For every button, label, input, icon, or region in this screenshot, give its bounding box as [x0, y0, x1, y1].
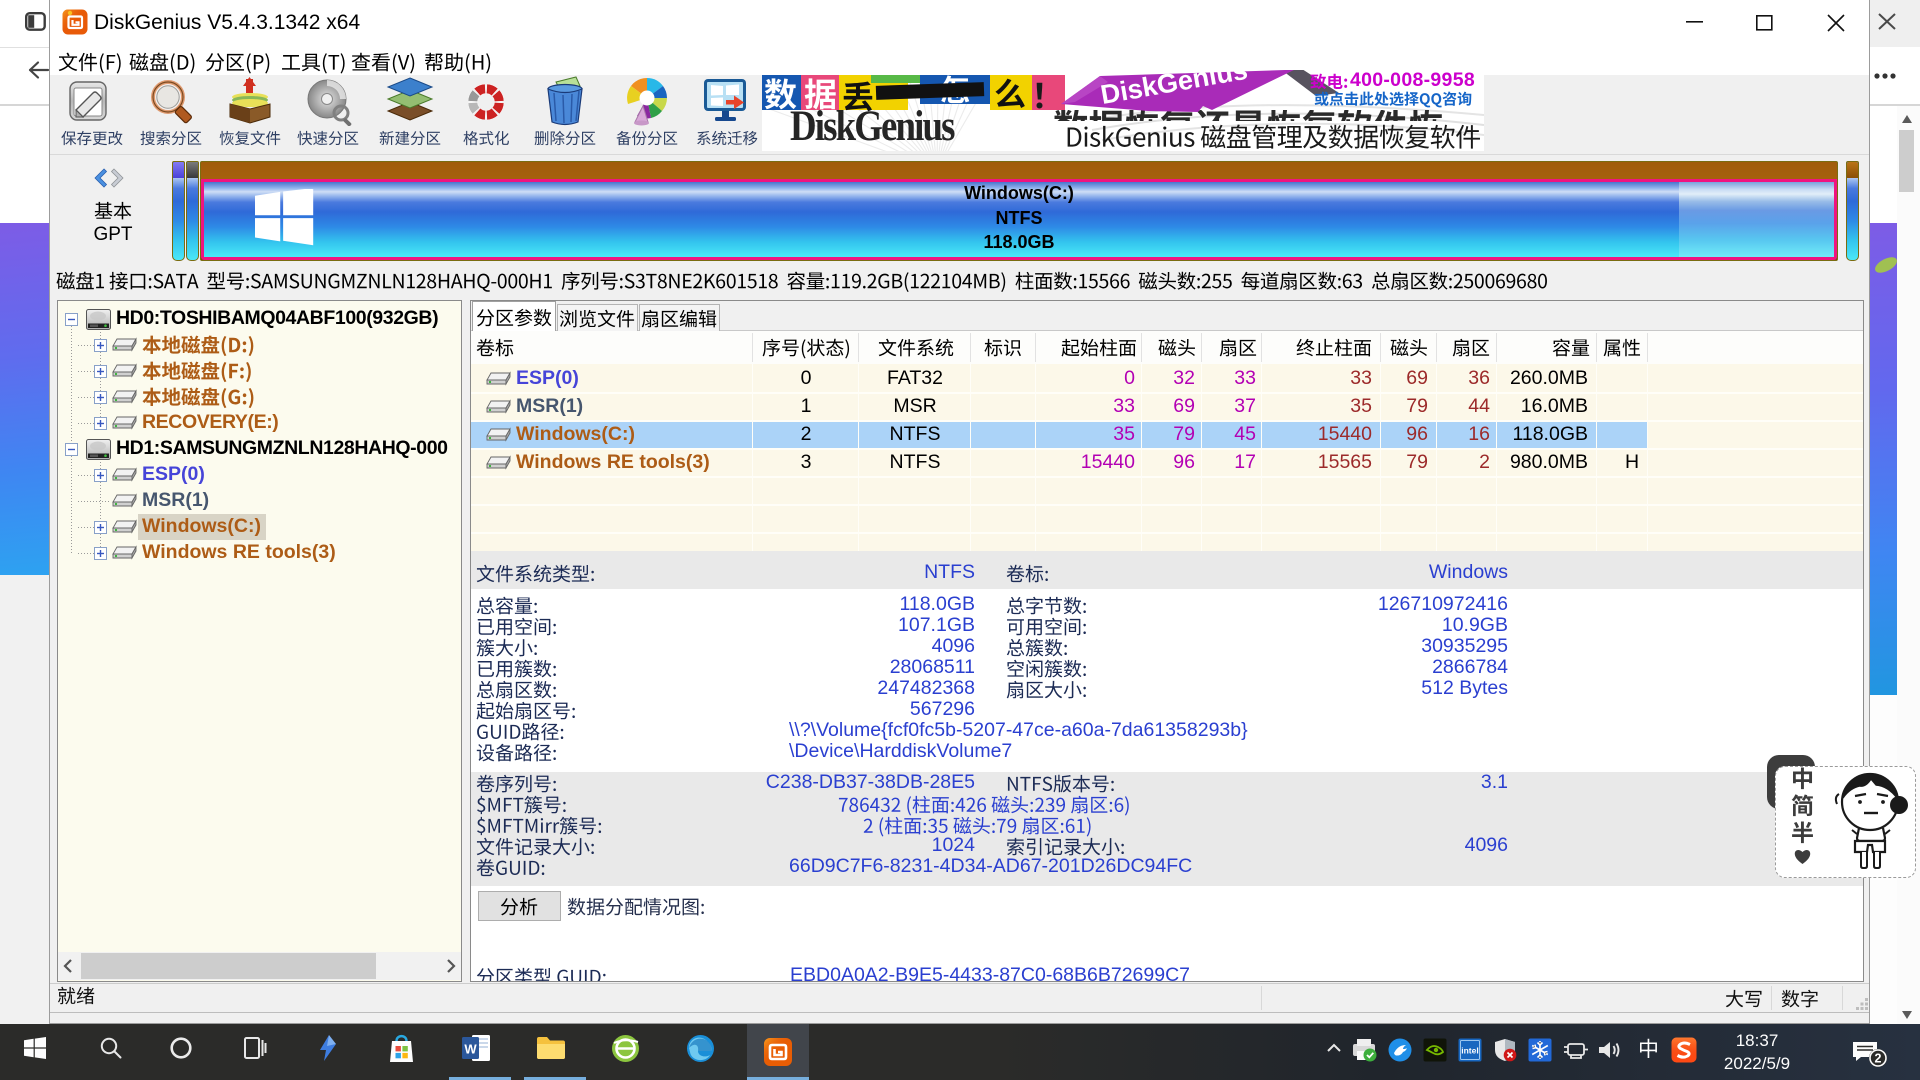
svg-text:2: 2 — [1875, 1052, 1882, 1066]
svg-text:intel: intel — [1461, 1046, 1478, 1056]
svg-text:W: W — [464, 1042, 477, 1057]
